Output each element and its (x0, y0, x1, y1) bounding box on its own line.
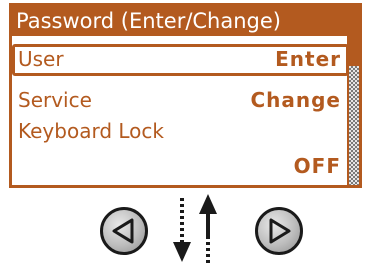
scrollbar-thumb[interactable] (349, 6, 359, 66)
menu-item-keyboard-lock[interactable]: Keyboard Lock (12, 116, 349, 148)
menu-item-service[interactable]: Service Change (12, 85, 349, 117)
up-down-arrows-icon (173, 194, 217, 264)
menu-item-value: Enter (275, 47, 341, 71)
menu-item-label: Keyboard Lock (18, 119, 164, 143)
triangle-right-icon (269, 218, 291, 244)
left-button[interactable] (100, 207, 148, 255)
right-button[interactable] (255, 207, 303, 255)
menu-item-user[interactable]: User Enter (12, 44, 349, 76)
navigation-controls (0, 192, 373, 266)
menu-item-label: User (18, 47, 64, 71)
keyboard-lock-value: OFF (293, 154, 341, 178)
menu-item-label: Service (18, 88, 92, 112)
keyboard-lock-value-row: OFF (12, 151, 349, 183)
screen-title: Password (Enter/Change) (12, 6, 349, 36)
lcd-screen: Password (Enter/Change) User Enter Servi… (9, 3, 362, 188)
triangle-left-icon (112, 218, 134, 244)
menu-item-value: Change (250, 88, 341, 112)
